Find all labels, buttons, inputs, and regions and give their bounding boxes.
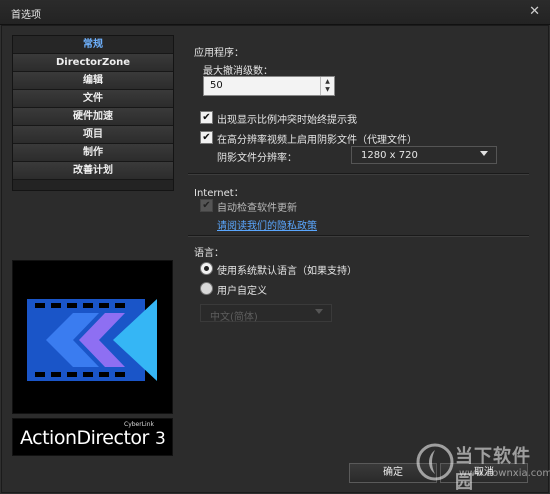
- use-default-language-radio[interactable]: [200, 262, 213, 275]
- brand-banner: CyberLink ActionDirector 3: [12, 418, 173, 456]
- actiondirector-logo-icon: [27, 299, 157, 381]
- close-icon[interactable]: ✕: [529, 4, 540, 19]
- stepper-buttons: ▲ ▼: [320, 77, 334, 95]
- preferences-nav: 常规 DirectorZone 编辑 文件 硬件加速 项目 制作 改善计划: [12, 35, 174, 191]
- auto-update-checkbox[interactable]: ✔: [200, 199, 213, 212]
- auto-update-label: 自动检查软件更新: [217, 203, 297, 214]
- nav-item-project[interactable]: 项目: [13, 126, 173, 144]
- undo-levels-stepper[interactable]: 50 ▲ ▼: [203, 76, 335, 96]
- stepper-down-icon[interactable]: ▼: [321, 85, 334, 93]
- user-defined-language-label: 用户自定义: [217, 286, 267, 297]
- nav-item-file[interactable]: 文件: [13, 90, 173, 108]
- language-select[interactable]: 中文(简体): [200, 304, 332, 323]
- aspect-ratio-prompt-checkbox[interactable]: ✔: [200, 111, 213, 124]
- nav-item-editing[interactable]: 编辑: [13, 72, 173, 90]
- nav-item-produce[interactable]: 制作: [13, 144, 173, 162]
- shadow-resolution-label: 阴影文件分辨率：: [217, 153, 297, 164]
- window-title: 首选项: [11, 10, 41, 21]
- section-language-label: 语言：: [194, 248, 224, 259]
- title-bar: 首选项 ✕: [0, 0, 550, 25]
- watermark: 当下软件园 www.downxia.com: [413, 440, 550, 493]
- shadow-resolution-select[interactable]: 1280 x 720: [351, 146, 497, 164]
- watermark-logo-icon: [416, 443, 454, 481]
- shadow-file-label: 在高分辨率视频上启用阴影文件（代理文件）: [217, 135, 417, 146]
- section-divider: [188, 235, 529, 237]
- watermark-url: www.downxia.com: [459, 468, 550, 479]
- section-divider: [188, 173, 529, 175]
- undo-levels-label: 最大撤消级数：: [203, 66, 273, 77]
- shadow-resolution-value: 1280 x 720: [361, 150, 418, 161]
- use-default-language-label: 使用系统默认语言（如果支持）: [217, 266, 357, 277]
- brand-name: ActionDirector: [20, 427, 149, 449]
- section-application-label: 应用程序：: [194, 48, 244, 59]
- product-logo: [12, 260, 173, 414]
- nav-item-improvement-program[interactable]: 改善计划: [13, 162, 173, 180]
- user-defined-language-radio[interactable]: [200, 282, 213, 295]
- chevron-down-icon: [315, 309, 323, 314]
- nav-item-general[interactable]: 常规: [13, 36, 173, 54]
- stepper-up-icon[interactable]: ▲: [321, 77, 334, 85]
- aspect-ratio-prompt-label: 出现显示比例冲突时始终提示我: [217, 115, 357, 126]
- nav-spacer: [13, 180, 173, 190]
- nav-item-hardware-acceleration[interactable]: 硬件加速: [13, 108, 173, 126]
- undo-levels-value: 50: [210, 80, 223, 91]
- language-select-value: 中文(简体): [210, 312, 258, 323]
- section-internet-label: Internet：: [194, 188, 244, 199]
- shadow-file-checkbox[interactable]: ✔: [200, 131, 213, 144]
- nav-item-directorzone[interactable]: DirectorZone: [13, 54, 173, 72]
- privacy-policy-link[interactable]: 请阅读我们的隐私政策: [217, 217, 317, 232]
- brand-version: 3: [155, 429, 166, 449]
- chevron-down-icon: [480, 151, 488, 156]
